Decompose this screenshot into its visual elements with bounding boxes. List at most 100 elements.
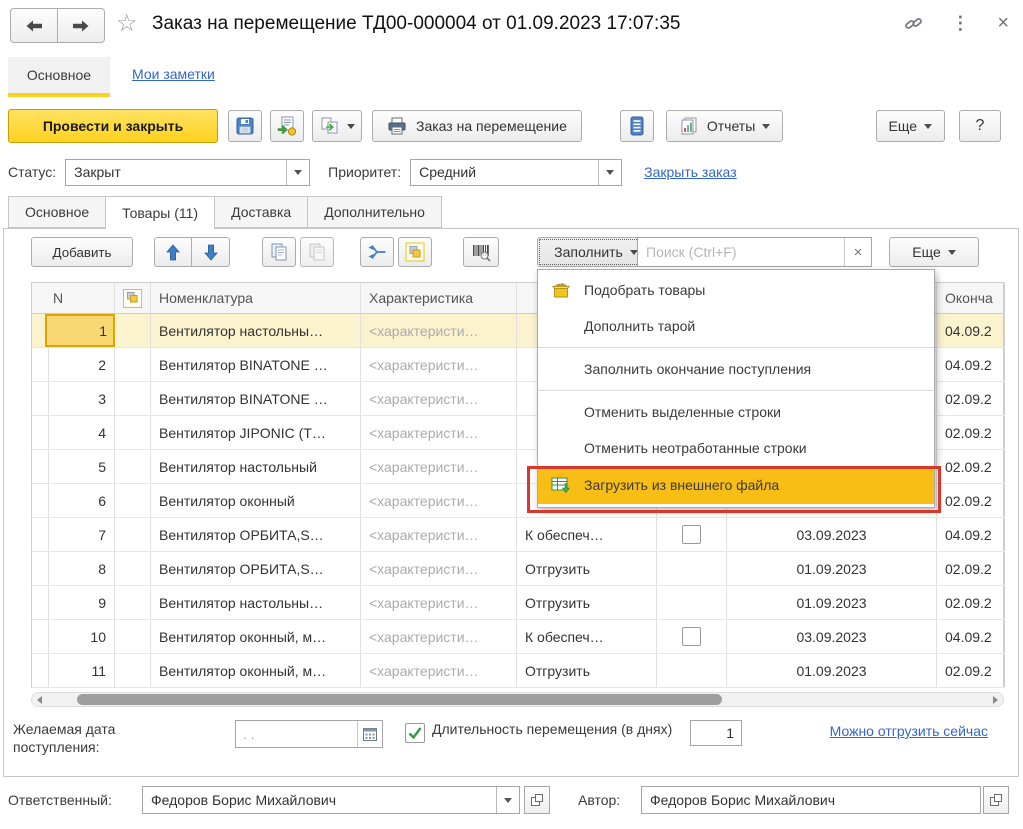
cell-cancel-flag[interactable]: [115, 314, 151, 347]
scroll-left-icon[interactable]: [37, 696, 42, 704]
cell-cancel-flag[interactable]: [115, 518, 151, 551]
cancel-row-button[interactable]: [398, 237, 432, 267]
save-button[interactable]: [228, 110, 262, 142]
cell-date[interactable]: 03.09.2023: [727, 620, 937, 653]
cell-checkbox[interactable]: [657, 620, 727, 653]
create-based-on-button[interactable]: [312, 110, 362, 142]
calendar-icon[interactable]: [357, 721, 382, 747]
cell-nomenclature[interactable]: Вентилятор оконный, м…: [151, 654, 361, 687]
row-checkbox[interactable]: [682, 525, 701, 544]
cell-characteristic[interactable]: <характеристи…: [361, 416, 517, 449]
cell-n[interactable]: 8: [45, 552, 115, 585]
duration-input[interactable]: [690, 720, 742, 746]
cell-characteristic[interactable]: <характеристи…: [361, 552, 517, 585]
cell-end[interactable]: 02.09.2: [937, 552, 1005, 585]
cell-n[interactable]: 2: [45, 348, 115, 381]
cell-action[interactable]: К обеспеч…: [517, 518, 657, 551]
cell-nomenclature[interactable]: Вентилятор BINATONE …: [151, 348, 361, 381]
menu-item[interactable]: Дополнить тарой: [538, 308, 934, 344]
cell-cancel-flag[interactable]: [115, 552, 151, 585]
help-button[interactable]: ?: [959, 110, 1001, 142]
table-row[interactable]: 8 Вентилятор ОРБИТА,S… <характеристи… Отгру…: [31, 552, 1005, 586]
tab-osnovnoe[interactable]: Основное: [8, 196, 107, 228]
responsible-open-button[interactable]: [524, 786, 550, 814]
cell-date[interactable]: 01.09.2023: [727, 654, 937, 687]
scroll-right-icon[interactable]: [993, 696, 998, 704]
close-order-link[interactable]: Закрыть заказ: [644, 164, 737, 180]
col-cancel-flag[interactable]: [115, 283, 151, 313]
cell-characteristic[interactable]: <характеристи…: [361, 348, 517, 381]
priority-combo[interactable]: Средний: [410, 158, 623, 186]
table-row[interactable]: 11 Вентилятор оконный, м… <характеристи… От…: [31, 654, 1005, 688]
cell-n[interactable]: 10: [45, 620, 115, 653]
table-row[interactable]: 10 Вентилятор оконный, м… <характеристи… К …: [31, 620, 1005, 654]
back-button[interactable]: [10, 8, 58, 43]
add-row-button[interactable]: Добавить: [31, 237, 133, 267]
tab-dopolnitelno[interactable]: Дополнительно: [308, 196, 442, 228]
cell-characteristic[interactable]: <характеристи…: [361, 382, 517, 415]
cell-n[interactable]: 6: [45, 484, 115, 517]
cell-nomenclature[interactable]: Вентилятор настольны…: [151, 586, 361, 619]
menu-item[interactable]: Подобрать товары: [538, 272, 934, 308]
cell-characteristic[interactable]: <характеристи…: [361, 450, 517, 483]
cell-checkbox[interactable]: [657, 518, 727, 551]
move-up-button[interactable]: [154, 237, 192, 267]
link-icon[interactable]: [904, 14, 923, 33]
duration-checkbox[interactable]: [405, 723, 425, 743]
col-n[interactable]: N: [45, 283, 115, 313]
cell-action[interactable]: К обеспеч…: [517, 620, 657, 653]
cell-n[interactable]: 9: [45, 586, 115, 619]
cell-cancel-flag[interactable]: [115, 484, 151, 517]
cell-characteristic[interactable]: <характеристи…: [361, 518, 517, 551]
cell-end[interactable]: 02.09.2: [937, 654, 1005, 687]
cell-end[interactable]: 04.09.2: [937, 314, 1005, 347]
cell-cancel-flag[interactable]: [115, 416, 151, 449]
split-row-button[interactable]: [360, 237, 394, 267]
cell-end[interactable]: 02.09.2: [937, 484, 1005, 517]
cell-nomenclature[interactable]: Вентилятор ОРБИТА,S…: [151, 518, 361, 551]
copy-row-button[interactable]: [262, 237, 296, 267]
horizontal-scrollbar[interactable]: [31, 692, 1004, 707]
cell-characteristic[interactable]: <характеристи…: [361, 654, 517, 687]
cell-checkbox[interactable]: [657, 654, 727, 687]
table-row[interactable]: 7 Вентилятор ОРБИТА,S… <характеристи… К обе…: [31, 518, 1005, 552]
forward-button[interactable]: [58, 8, 105, 43]
cell-nomenclature[interactable]: Вентилятор BINATONE …: [151, 382, 361, 415]
menu-item[interactable]: Заполнить окончание поступления: [538, 351, 934, 387]
cell-cancel-flag[interactable]: [115, 348, 151, 381]
scrollbar-thumb[interactable]: [77, 694, 722, 705]
cell-cancel-flag[interactable]: [115, 450, 151, 483]
cell-n[interactable]: 3: [45, 382, 115, 415]
cell-characteristic[interactable]: <характеристи…: [361, 314, 517, 347]
cell-nomenclature[interactable]: Вентилятор ОРБИТА,S…: [151, 552, 361, 585]
cell-checkbox[interactable]: [657, 586, 727, 619]
cell-nomenclature[interactable]: Вентилятор оконный: [151, 484, 361, 517]
post-document-button[interactable]: [270, 110, 304, 142]
cell-nomenclature[interactable]: Вентилятор настольны…: [151, 314, 361, 347]
search-clear-icon[interactable]: ×: [844, 238, 871, 266]
table-row[interactable]: 9 Вентилятор настольны… <характеристи… Отгр…: [31, 586, 1005, 620]
table-more-button[interactable]: Еще: [889, 237, 979, 267]
cell-end[interactable]: 04.09.2: [937, 620, 1005, 653]
cell-n[interactable]: 7: [45, 518, 115, 551]
menu-item[interactable]: Отменить выделенные строки: [538, 394, 934, 430]
more-button[interactable]: Еще: [875, 110, 945, 142]
reports-button[interactable]: Отчеты: [665, 110, 784, 142]
move-down-button[interactable]: [192, 237, 230, 267]
desired-date-input[interactable]: [236, 721, 357, 747]
cell-nomenclature[interactable]: Вентилятор JIPONIC (T…: [151, 416, 361, 449]
responsible-combo[interactable]: Федоров Борис Михайлович: [142, 786, 520, 814]
author-open-button[interactable]: [983, 786, 1009, 814]
tab-main[interactable]: Основное: [8, 57, 110, 93]
cell-n[interactable]: 11: [45, 654, 115, 687]
author-field[interactable]: Федоров Борис Михайлович: [641, 786, 981, 814]
chevron-down-icon[interactable]: [598, 159, 621, 185]
cell-end[interactable]: 02.09.2: [937, 416, 1005, 449]
tab-my-notes[interactable]: Мои заметки: [132, 66, 215, 82]
cell-n[interactable]: 4: [45, 416, 115, 449]
col-nomenclature[interactable]: Номенклатура: [151, 283, 361, 313]
cell-characteristic[interactable]: <характеристи…: [361, 586, 517, 619]
close-icon[interactable]: ×: [997, 13, 1009, 33]
menu-item[interactable]: Загрузить из внешнего файла: [538, 466, 934, 504]
cell-characteristic[interactable]: <характеристи…: [361, 484, 517, 517]
